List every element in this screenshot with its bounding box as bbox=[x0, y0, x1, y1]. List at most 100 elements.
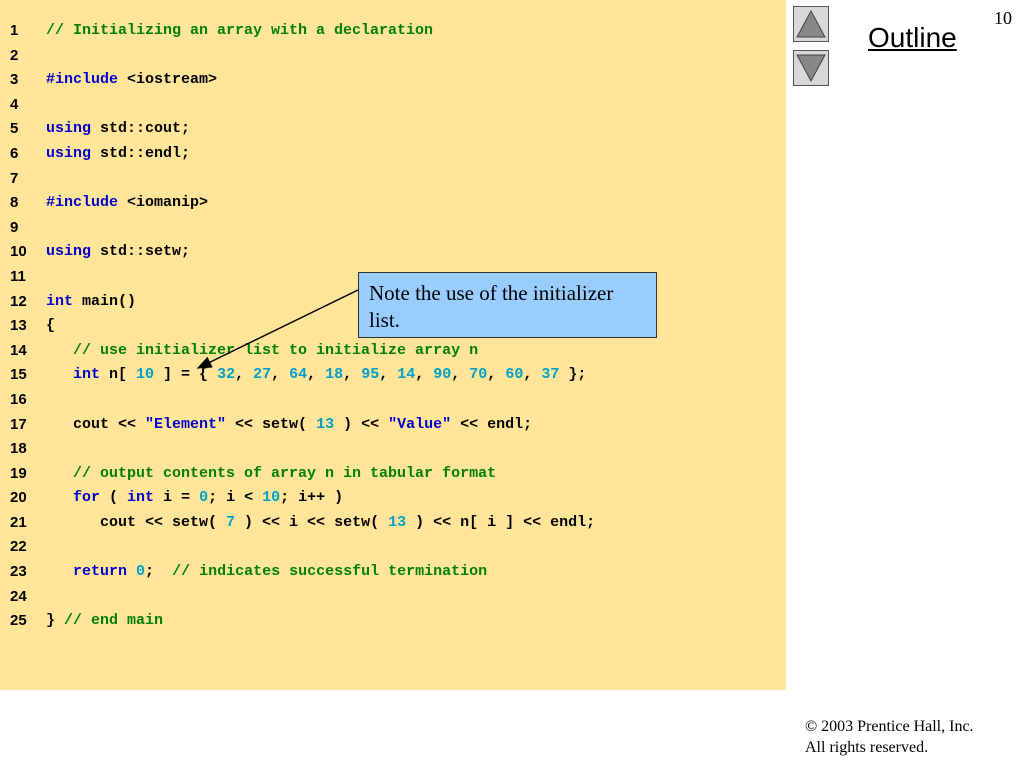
previous-slide-button[interactable] bbox=[793, 6, 829, 42]
code-token: , bbox=[271, 366, 290, 384]
line-code: } // end main bbox=[46, 609, 163, 634]
code-token: int bbox=[127, 489, 155, 507]
code-token: return bbox=[46, 563, 128, 581]
code-token: 64 bbox=[289, 366, 308, 384]
code-token: 13 bbox=[316, 415, 335, 433]
code-token: "Value" bbox=[388, 415, 452, 433]
line-code: #include <iostream> bbox=[46, 68, 217, 93]
line-code: // output contents of array n in tabular… bbox=[46, 462, 496, 487]
line-code: // use initializer list to initialize ar… bbox=[46, 339, 478, 364]
line-number: 2 bbox=[10, 46, 19, 64]
line-number: 1 bbox=[10, 22, 19, 39]
code-token: ; bbox=[145, 563, 173, 581]
code-token: ] = { bbox=[154, 366, 218, 384]
line-number: 25 bbox=[10, 612, 27, 630]
code-token: // indicates successful termination bbox=[172, 563, 488, 581]
line-number: 12 bbox=[10, 292, 27, 310]
outline-link[interactable]: Outline bbox=[868, 22, 957, 54]
code-token: } bbox=[46, 612, 65, 630]
next-slide-button[interactable] bbox=[793, 50, 829, 86]
code-token: << endl; bbox=[451, 415, 533, 433]
line-number: 15 bbox=[10, 366, 27, 384]
code-token: , bbox=[343, 366, 362, 384]
code-token: 10 bbox=[262, 489, 281, 507]
line-number: 3 bbox=[10, 71, 19, 89]
line-code: int main() bbox=[46, 290, 136, 315]
line-number: 14 bbox=[10, 341, 27, 359]
code-token: std::setw; bbox=[91, 243, 191, 261]
code-token: std::endl; bbox=[91, 144, 191, 162]
code-token: using bbox=[46, 120, 92, 138]
code-token: ) << n[ i ] << endl; bbox=[406, 513, 596, 531]
page-number: 10 bbox=[994, 8, 1012, 28]
code-token: <iostream> bbox=[127, 71, 218, 89]
code-token: ) << i << setw( bbox=[235, 513, 389, 531]
code-token: cout << setw( bbox=[46, 513, 227, 531]
code-token: cout << bbox=[46, 415, 146, 433]
code-token: 27 bbox=[253, 366, 272, 384]
code-token: ( bbox=[100, 489, 128, 507]
line-code: #include <iomanip> bbox=[46, 191, 208, 216]
line-number: 19 bbox=[10, 464, 27, 482]
line-number: 4 bbox=[10, 95, 19, 113]
code-token: ; i < bbox=[208, 489, 263, 507]
line-number: 22 bbox=[10, 538, 27, 556]
code-token: <iomanip> bbox=[127, 194, 209, 212]
copyright-line-2: All rights reserved. bbox=[805, 739, 929, 756]
code-token: 60 bbox=[505, 366, 524, 384]
code-token: ) << bbox=[334, 415, 389, 433]
code-token: 32 bbox=[217, 366, 236, 384]
line-number: 21 bbox=[10, 513, 27, 531]
code-token: using bbox=[46, 144, 92, 162]
line-code: cout << "Element" << setw( 13 ) << "Valu… bbox=[46, 413, 532, 438]
code-token: #include bbox=[46, 71, 128, 89]
code-token: , bbox=[451, 366, 470, 384]
code-token: 13 bbox=[388, 513, 407, 531]
line-number: 5 bbox=[10, 120, 19, 138]
line-number: 17 bbox=[10, 415, 27, 433]
code-token: 0 bbox=[199, 489, 209, 507]
code-token: // use initializer list to initialize ar… bbox=[46, 341, 479, 359]
code-token: "Element" bbox=[145, 415, 227, 433]
line-number: 13 bbox=[10, 317, 27, 335]
copyright-line-1: © 2003 Prentice Hall, Inc. bbox=[805, 718, 974, 735]
code-token: // output contents of array n in tabular… bbox=[46, 464, 497, 482]
line-number: 11 bbox=[10, 267, 26, 285]
code-panel: 1 // Initializing an array with a declara… bbox=[0, 0, 786, 690]
code-token: main() bbox=[73, 292, 137, 310]
code-token: 0 bbox=[136, 563, 146, 581]
line-code: cout << setw( 7 ) << i << setw( 13 ) << … bbox=[46, 511, 595, 536]
code-token: << setw( bbox=[226, 415, 317, 433]
code-token: 10 bbox=[136, 366, 155, 384]
code-token: , bbox=[523, 366, 542, 384]
line-number: 18 bbox=[10, 440, 27, 458]
code-token: std::cout; bbox=[91, 120, 191, 138]
line-number: 8 bbox=[10, 194, 19, 212]
code-token: 95 bbox=[361, 366, 380, 384]
line-code: using std::cout; bbox=[46, 117, 190, 142]
code-token: 37 bbox=[541, 366, 560, 384]
code-token: // Initializing an array with a declarat… bbox=[46, 22, 434, 39]
code-token: for bbox=[46, 489, 101, 507]
code-token: 18 bbox=[325, 366, 344, 384]
triangle-up-icon bbox=[796, 9, 826, 38]
line-number: 16 bbox=[10, 390, 27, 408]
code-token: i = bbox=[154, 489, 200, 507]
code-token: }; bbox=[559, 366, 587, 384]
code-token: #include bbox=[46, 194, 128, 212]
code-token: , bbox=[487, 366, 506, 384]
copyright: © 2003 Prentice Hall, Inc. All rights re… bbox=[805, 716, 974, 758]
initializer-callout: Note the use of the initializer list. bbox=[358, 272, 657, 338]
code-token: 7 bbox=[226, 513, 236, 531]
code-token: int bbox=[46, 366, 101, 384]
code-token: 90 bbox=[433, 366, 452, 384]
code-token: { bbox=[46, 317, 56, 335]
code-token: ; i++ ) bbox=[280, 489, 344, 507]
triangle-down-icon bbox=[796, 54, 826, 83]
line-code: using std::endl; bbox=[46, 142, 190, 167]
line-number: 24 bbox=[10, 587, 27, 605]
line-code: using std::setw; bbox=[46, 240, 190, 265]
code-token: , bbox=[379, 366, 398, 384]
code-token: , bbox=[415, 366, 434, 384]
line-number: 20 bbox=[10, 489, 27, 507]
